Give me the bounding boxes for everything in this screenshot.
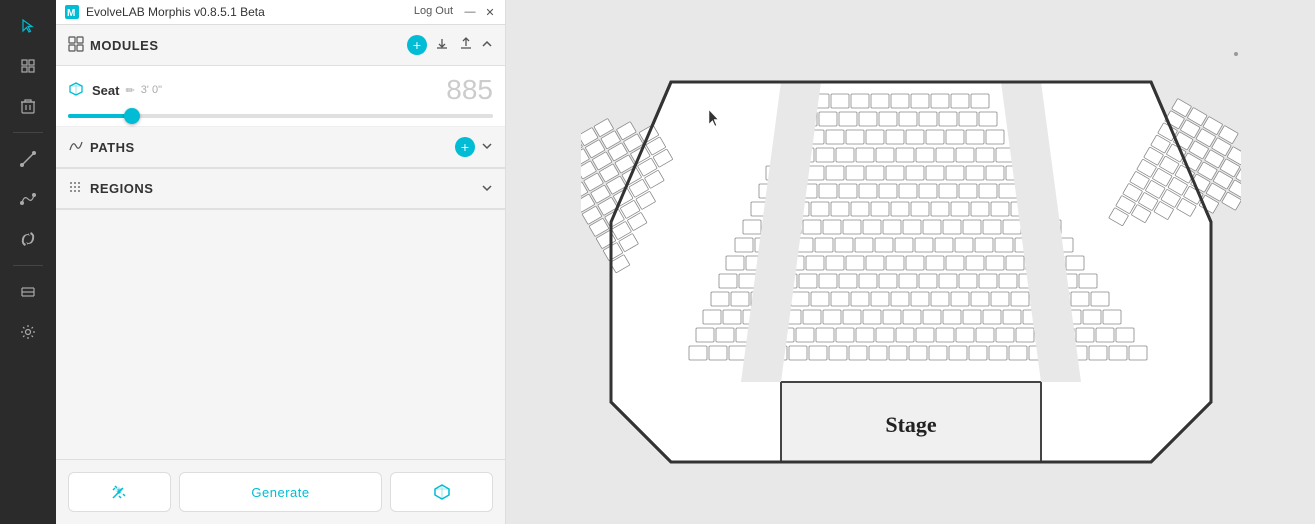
title-actions: Log Out — ✕ (410, 5, 497, 19)
left-toolbar (0, 0, 56, 524)
modules-title: MODULES (90, 38, 401, 53)
paths-section: PATHS + (56, 127, 505, 169)
stage-label: Stage (885, 412, 937, 437)
app-logo-icon: M (64, 4, 80, 20)
app-title: EvolveLAB Morphis v0.8.5.1 Beta (86, 5, 404, 19)
close-button[interactable]: ✕ (483, 5, 497, 19)
logout-button[interactable]: Log Out (410, 5, 457, 19)
theater-plan: Stage (581, 22, 1241, 502)
modules-icon (68, 36, 84, 55)
select-tool-icon[interactable] (10, 8, 46, 44)
module-slider-thumb[interactable] (124, 108, 140, 124)
canvas-area[interactable]: Stage (506, 0, 1315, 524)
toolbar-divider-2 (13, 265, 43, 266)
regions-section: REGIONS (56, 169, 505, 210)
layer-tool-icon[interactable] (10, 274, 46, 310)
module-slider-row (68, 114, 493, 118)
module-dims: 3' 0" (141, 84, 162, 96)
node-tool-icon[interactable] (10, 181, 46, 217)
module-item-seat: Seat ✏ 3' 0" 885 (56, 66, 505, 127)
panel-content: MODULES + (56, 25, 505, 459)
modules-chevron-icon (481, 37, 493, 53)
modules-add-button[interactable]: + (407, 35, 427, 55)
regions-title: REGIONS (90, 181, 475, 196)
paths-add-button[interactable]: + (455, 137, 475, 157)
modules-download-button[interactable] (433, 37, 451, 54)
module-edit-icon[interactable]: ✏ (125, 84, 134, 97)
module-slider[interactable] (68, 114, 493, 118)
transform-tool-icon[interactable] (10, 221, 46, 257)
svg-text:M: M (67, 8, 75, 19)
calibration-dot-1 (1234, 52, 1238, 56)
paths-section-header[interactable]: PATHS + (56, 127, 505, 168)
regions-icon (68, 179, 84, 198)
line-tool-icon[interactable] (10, 141, 46, 177)
modules-upload-button[interactable] (457, 37, 475, 54)
paths-chevron-icon (481, 139, 493, 155)
module-item-header: Seat ✏ 3' 0" 885 (68, 74, 493, 106)
seat-cube-icon (68, 81, 86, 99)
generate-button[interactable]: Generate (179, 472, 383, 512)
magic-button[interactable] (68, 472, 171, 512)
threed-button[interactable] (390, 472, 493, 512)
toolbar-divider-1 (13, 132, 43, 133)
title-bar: M EvolveLAB Morphis v0.8.5.1 Beta Log Ou… (56, 0, 505, 25)
frame-tool-icon[interactable] (10, 48, 46, 84)
bottom-buttons: Generate (56, 459, 505, 524)
delete-tool-icon[interactable] (10, 88, 46, 124)
settings-tool-icon[interactable] (10, 314, 46, 350)
paths-title: PATHS (90, 140, 449, 155)
main-panel: M EvolveLAB Morphis v0.8.5.1 Beta Log Ou… (56, 0, 506, 524)
minimize-button[interactable]: — (463, 5, 477, 19)
regions-section-header[interactable]: REGIONS (56, 169, 505, 209)
module-name: Seat (92, 83, 119, 98)
paths-icon (68, 138, 84, 157)
modules-section-header[interactable]: MODULES + (56, 25, 505, 66)
module-slider-fill (68, 114, 132, 118)
module-count: 885 (446, 74, 493, 106)
regions-chevron-icon (481, 181, 493, 197)
